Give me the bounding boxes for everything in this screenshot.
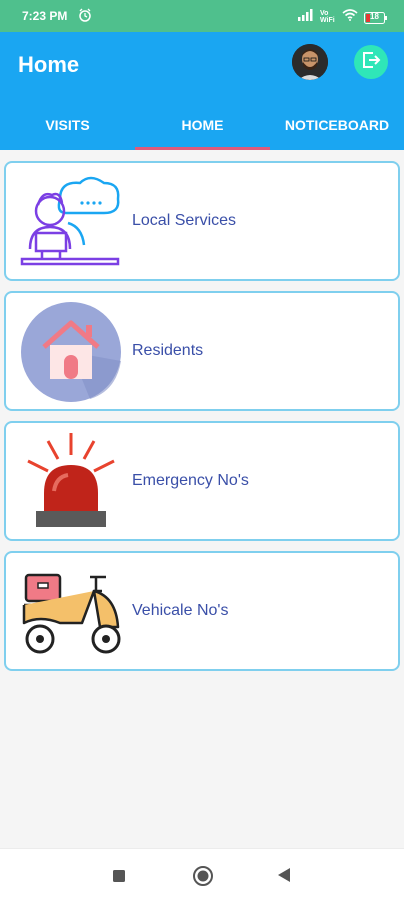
battery-icon: 18 bbox=[364, 11, 388, 24]
tab-bar: VISITS HOME NOTICEBOARD bbox=[0, 104, 404, 150]
siren-icon bbox=[20, 431, 122, 533]
battery-level: 18 bbox=[370, 12, 379, 21]
emergency-numbers-card[interactable]: Emergency No's bbox=[4, 421, 400, 541]
card-label: Local Services bbox=[132, 212, 237, 229]
tab-label: VISITS bbox=[45, 117, 90, 133]
vehicle-numbers-card[interactable]: Vehicale No's bbox=[4, 551, 400, 671]
app-bar: Home VISITS HOME NOTICEBOARD bbox=[0, 32, 404, 150]
recents-button[interactable] bbox=[112, 869, 126, 888]
page-title: Home bbox=[18, 52, 80, 77]
tab-home[interactable]: HOME bbox=[135, 104, 270, 150]
tab-noticeboard[interactable]: NOTICEBOARD bbox=[270, 104, 404, 150]
card-label: Emergency No's bbox=[132, 472, 249, 489]
tab-label: HOME bbox=[181, 117, 224, 133]
tab-label: NOTICEBOARD bbox=[284, 117, 390, 133]
system-nav-bar bbox=[0, 848, 404, 901]
back-button[interactable] bbox=[276, 867, 292, 888]
status-bar: 7:23 PM Vo WiFi 18 bbox=[0, 0, 404, 32]
wifi-icon bbox=[342, 8, 358, 26]
logout-button[interactable] bbox=[354, 45, 388, 79]
home-button[interactable] bbox=[192, 865, 214, 892]
local-services-card[interactable]: Local Services bbox=[4, 161, 400, 281]
scooter-icon bbox=[20, 561, 122, 663]
status-time: 7:23 PM bbox=[22, 9, 68, 23]
vowifi-icon: Vo WiFi bbox=[320, 10, 335, 24]
logout-icon bbox=[360, 49, 382, 76]
card-label: Residents bbox=[132, 342, 204, 359]
alarm-icon bbox=[78, 8, 92, 27]
signal-icon bbox=[298, 8, 314, 26]
worker-icon bbox=[20, 171, 122, 273]
card-label: Vehicale No's bbox=[132, 602, 229, 619]
house-icon bbox=[20, 301, 122, 403]
tab-visits[interactable]: VISITS bbox=[0, 104, 135, 150]
residents-card[interactable]: Residents bbox=[4, 291, 400, 411]
avatar[interactable] bbox=[292, 44, 328, 80]
tab-indicator bbox=[135, 147, 270, 150]
